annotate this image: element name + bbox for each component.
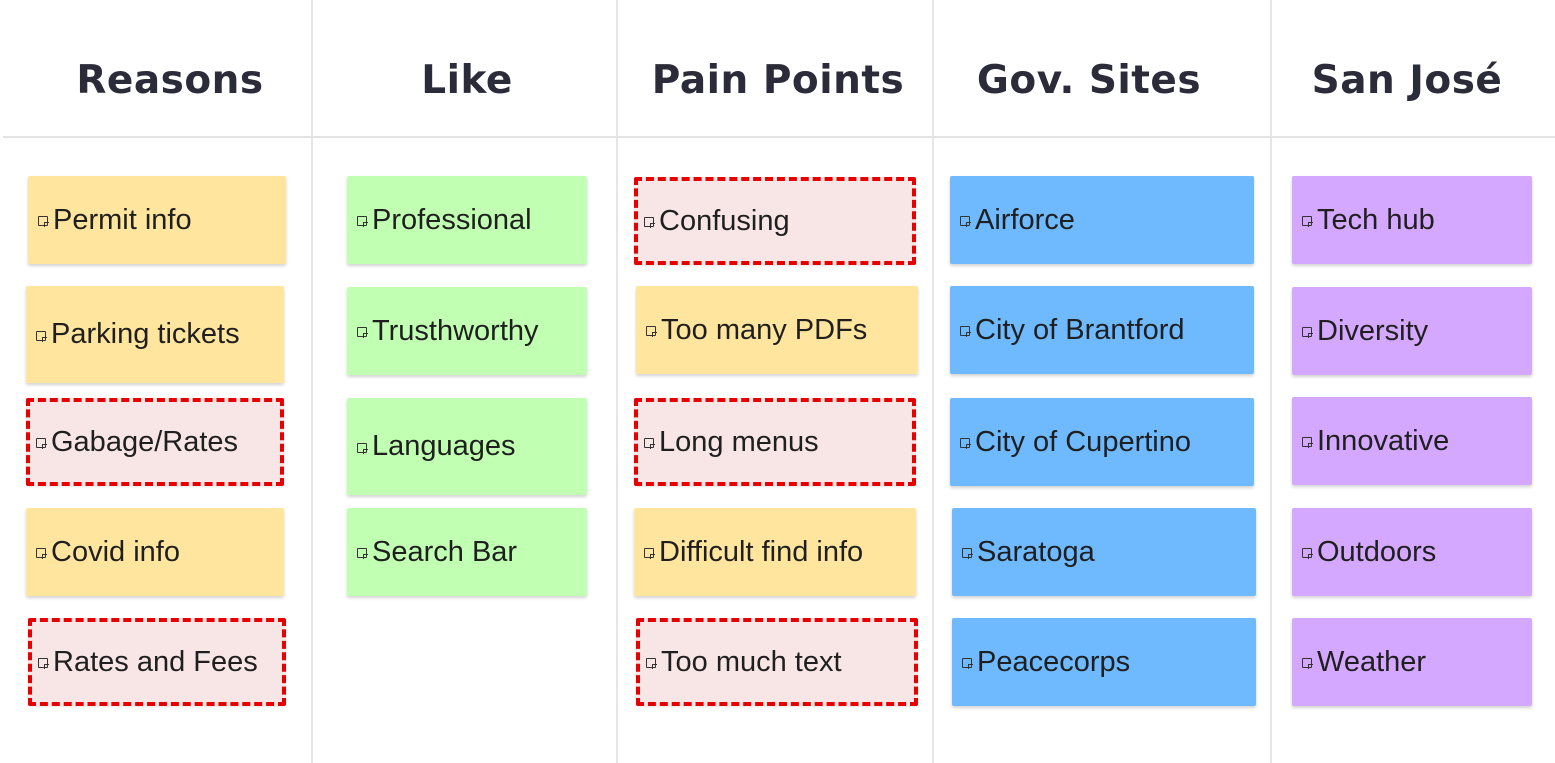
note-text: Trusthworthy [372, 314, 539, 347]
note-text: Languages [372, 430, 516, 462]
sticky-note-icon [1302, 437, 1313, 448]
sticky-note-icon [357, 216, 368, 227]
sticky-note-icon [1302, 658, 1313, 669]
sticky-note[interactable]: Saratoga [952, 508, 1256, 596]
note-text: Tech hub [1317, 203, 1435, 236]
sticky-note-icon [644, 548, 655, 559]
sticky-note-icon [357, 442, 368, 454]
note-text: Confusing [659, 204, 790, 237]
note-text: Gabage/Rates [51, 425, 239, 458]
sticky-note-icon [38, 216, 49, 227]
note-text: Difficult find info [659, 535, 864, 568]
note-text: City of Brantford [975, 313, 1185, 346]
sticky-note[interactable]: Airforce [950, 176, 1254, 264]
sticky-note-highlighted[interactable]: Too much text [636, 618, 918, 706]
note-text: Airforce [975, 203, 1075, 236]
note-text: Innovative [1317, 424, 1450, 457]
note-text: Parking tickets [51, 318, 240, 350]
sticky-note[interactable]: Languages [347, 398, 587, 495]
sticky-note-icon [962, 658, 973, 669]
sticky-note-highlighted[interactable]: Gabage/Rates [26, 398, 284, 486]
sticky-note-icon [646, 658, 657, 669]
column-title-reasons: Reasons [76, 58, 264, 103]
sticky-note-icon [960, 326, 971, 337]
sticky-note-icon [36, 438, 47, 449]
sticky-note-icon [644, 217, 655, 228]
note-text: Too much text [661, 645, 842, 678]
column-divider [311, 0, 313, 763]
note-text: Outdoors [1317, 535, 1437, 568]
sticky-note-icon [644, 438, 655, 449]
sticky-note[interactable]: Difficult find info [634, 508, 916, 596]
note-text: Saratoga [977, 535, 1095, 568]
sticky-note-icon [38, 658, 49, 669]
column-title-like: Like [421, 58, 513, 103]
note-text: Long menus [659, 425, 819, 458]
note-text: Permit info [53, 203, 192, 236]
column-divider [932, 0, 934, 763]
sticky-note[interactable]: Too many PDFs [636, 286, 918, 374]
column-divider [616, 0, 618, 763]
note-text: Search Bar [372, 535, 518, 568]
note-text: City of Cupertino [975, 425, 1191, 458]
header-divider [3, 136, 1555, 138]
note-text: Too many PDFs [661, 313, 868, 346]
sticky-note[interactable]: Tech hub [1292, 176, 1532, 264]
sticky-note-icon [1302, 327, 1313, 338]
note-text: Weather [1317, 645, 1427, 678]
column-divider [1270, 0, 1272, 763]
sticky-note[interactable]: Peacecorps [952, 618, 1256, 706]
note-text: Covid info [51, 535, 180, 568]
sticky-note-icon [646, 326, 657, 337]
sticky-note[interactable]: Professional [347, 176, 587, 264]
sticky-note-icon [36, 548, 47, 559]
note-text: Peacecorps [977, 645, 1131, 678]
note-text: Rates and Fees [53, 645, 258, 678]
sticky-note-highlighted[interactable]: Rates and Fees [28, 618, 286, 706]
sticky-note-highlighted[interactable]: Confusing [634, 177, 916, 265]
sticky-note-icon [1302, 216, 1313, 227]
sticky-note-icon [962, 548, 973, 559]
sticky-note-icon [36, 330, 47, 342]
sticky-note-icon [960, 438, 971, 449]
column-title-pain-points: Pain Points [651, 58, 905, 103]
note-text: Professional [372, 203, 532, 236]
sticky-note[interactable]: City of Brantford [950, 286, 1254, 374]
sticky-note[interactable]: City of Cupertino [950, 398, 1254, 486]
sticky-note[interactable]: Weather [1292, 618, 1532, 706]
sticky-note[interactable]: Trusthworthy [347, 287, 587, 375]
sticky-note-icon [960, 216, 971, 227]
sticky-note-icon [1302, 548, 1313, 559]
column-title-gov-sites: Gov. Sites [976, 58, 1202, 103]
sticky-note[interactable]: Covid info [26, 508, 284, 596]
sticky-note[interactable]: Diversity [1292, 287, 1532, 375]
sticky-note[interactable]: Innovative [1292, 397, 1532, 485]
sticky-note[interactable]: Search Bar [347, 508, 587, 596]
sticky-note[interactable]: Permit info [28, 176, 286, 264]
sticky-note-icon [357, 548, 368, 559]
sticky-note[interactable]: Outdoors [1292, 508, 1532, 596]
sticky-note-icon [357, 327, 368, 338]
note-text: Diversity [1317, 314, 1429, 347]
sticky-note[interactable]: Parking tickets [26, 286, 284, 383]
sticky-note-highlighted[interactable]: Long menus [634, 398, 916, 486]
column-title-san-jose: San José [1311, 58, 1503, 103]
